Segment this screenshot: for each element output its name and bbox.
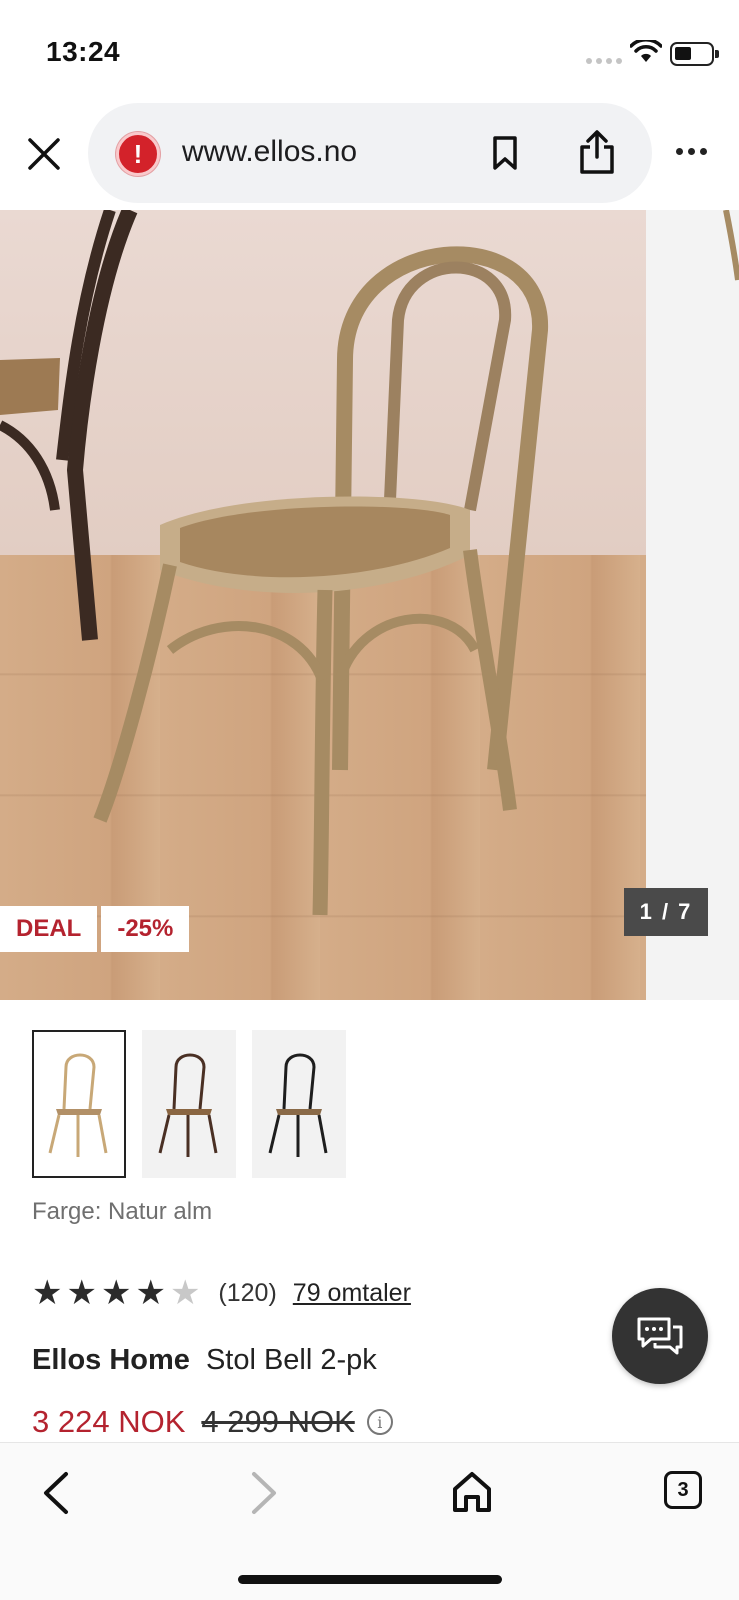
star-filled-icon: ★ (100, 1274, 132, 1312)
address-bar[interactable]: ! www.ellos.no (88, 103, 652, 203)
bottom-toolbar: 3 (0, 1442, 739, 1600)
chair-illustration (0, 210, 549, 916)
discount-badge: -25% (101, 906, 190, 952)
star-filled-icon: ★ (135, 1274, 166, 1312)
home-indicator (238, 1575, 502, 1584)
close-icon (28, 138, 60, 170)
product-title: Ellos Home Stol Bell 2-pk (32, 1344, 377, 1377)
star-rating: ★ ★ ★ ★ ★ (32, 1276, 200, 1310)
thumbnail-black[interactable] (252, 1030, 346, 1178)
warning-icon[interactable]: ! (116, 132, 160, 176)
home-icon (453, 1472, 491, 1512)
share-icon[interactable] (578, 129, 616, 180)
rating-count: (120) (218, 1278, 277, 1307)
product-image[interactable]: DEAL -25% (0, 210, 646, 1000)
more-icon[interactable] (676, 148, 707, 155)
star-filled-icon: ★ (66, 1274, 97, 1312)
product-name: Stol Bell 2-pk (205, 1344, 377, 1376)
rating-row: ★ ★ ★ ★ ★ (120) 79 omtaler (32, 1276, 411, 1310)
forward-button[interactable] (246, 1471, 282, 1520)
close-button[interactable] (24, 134, 64, 174)
wifi-icon (629, 38, 663, 69)
chair-thumbnail (48, 1053, 108, 1157)
reviews-link[interactable]: 79 omtaler (293, 1279, 411, 1308)
price-row: 3 224 NOK 4 299 NOK i (32, 1404, 393, 1440)
url-text[interactable]: www.ellos.no (182, 135, 357, 169)
chair-thumbnail (158, 1053, 218, 1157)
thumbnail-brown[interactable] (142, 1030, 236, 1178)
cellular-signal-icon (586, 58, 622, 64)
original-price: 4 299 NOK (201, 1404, 355, 1439)
color-thumbnails (32, 1030, 346, 1178)
chat-button[interactable] (612, 1288, 708, 1384)
product-brand: Ellos Home (32, 1344, 190, 1376)
battery-icon (670, 42, 719, 66)
next-image-peek[interactable] (646, 210, 739, 1000)
image-pager: 1 / 7 (624, 888, 708, 936)
back-button[interactable] (38, 1471, 74, 1520)
tabs-button[interactable]: 3 (664, 1471, 702, 1509)
home-button[interactable] (452, 1471, 492, 1518)
status-time: 13:24 (46, 36, 121, 67)
star-filled-icon: ★ (32, 1274, 63, 1312)
chair-thumbnail (268, 1053, 328, 1157)
chevron-left-icon (44, 1472, 68, 1514)
status-bar: 13:24 (0, 0, 739, 100)
chat-icon (637, 1317, 683, 1355)
color-label: Farge: Natur alm (32, 1198, 213, 1225)
info-icon[interactable]: i (366, 1409, 393, 1435)
deal-badge: DEAL (0, 906, 98, 952)
current-price: 3 224 NOK (32, 1404, 186, 1439)
star-empty-icon: ★ (169, 1274, 201, 1312)
chevron-right-icon (252, 1472, 276, 1514)
thumbnail-natur-alm[interactable] (32, 1030, 126, 1178)
bookmark-icon[interactable] (492, 135, 518, 176)
deal-badges: DEAL -25% (0, 906, 190, 952)
